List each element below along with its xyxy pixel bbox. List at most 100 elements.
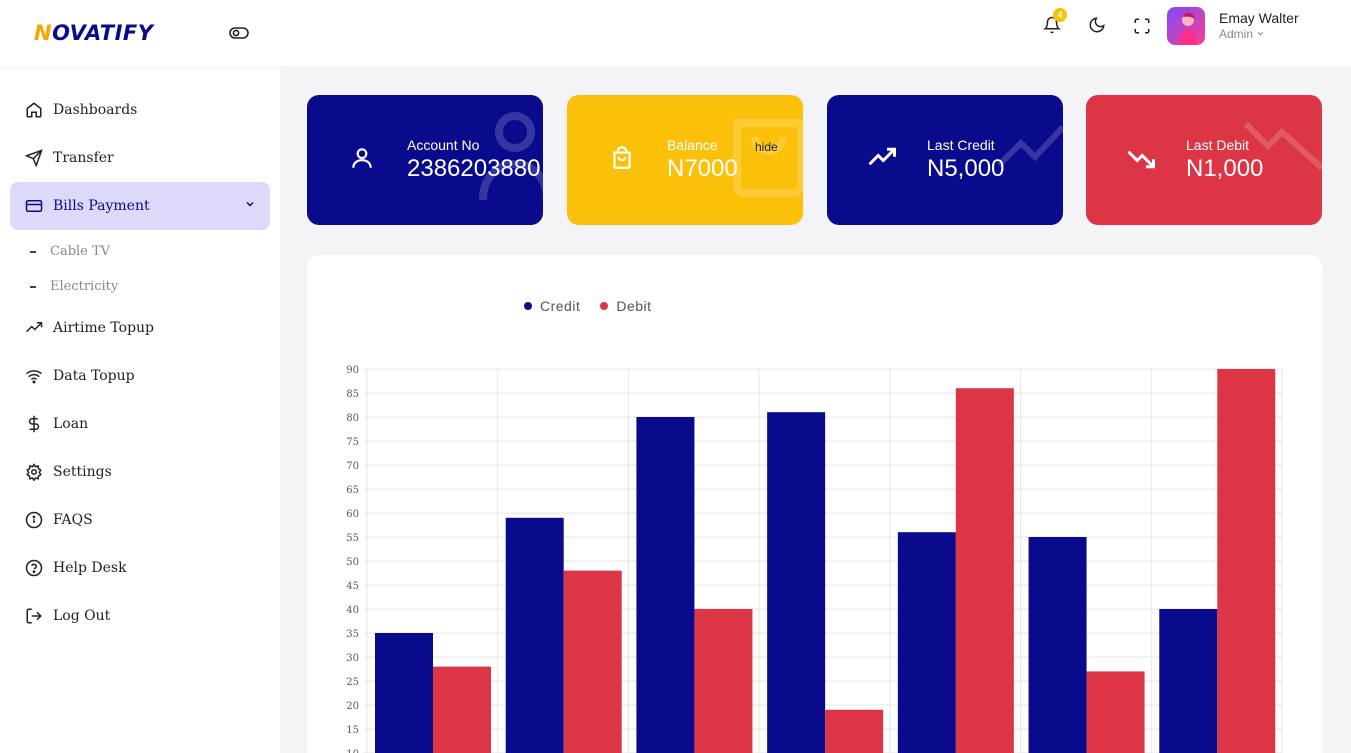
y-tick-label: 10 bbox=[346, 749, 359, 753]
account-number-value: 2386203880 bbox=[407, 155, 541, 182]
card-label: Account No bbox=[407, 137, 480, 153]
submenu-item-electricity[interactable]: Electricity bbox=[0, 269, 280, 304]
sidebar-item-label: Bills Payment bbox=[53, 198, 150, 214]
card-label: Last Credit bbox=[927, 137, 995, 153]
bar-debit-1[interactable] bbox=[433, 666, 491, 753]
bar-debit-3[interactable] bbox=[694, 609, 753, 753]
moon-icon[interactable] bbox=[1086, 14, 1108, 36]
submenu-item-label: Cable TV bbox=[50, 244, 111, 259]
bar-debit-6[interactable] bbox=[1086, 671, 1145, 753]
y-tick-label: 60 bbox=[346, 509, 359, 520]
last-debit-card: Last Debit N1,000 bbox=[1086, 95, 1322, 225]
sidebar-item-dashboards[interactable]: Dashboards bbox=[0, 86, 280, 134]
y-tick-label: 35 bbox=[346, 629, 359, 640]
avatar[interactable] bbox=[1167, 7, 1205, 45]
sidebar-menu: Dashboards Transfer Bills Payment Cable … bbox=[0, 86, 280, 640]
bar-debit-2[interactable] bbox=[563, 570, 622, 753]
card-label: Balance bbox=[667, 137, 718, 153]
shopping-bag-icon bbox=[607, 143, 637, 173]
help-icon bbox=[24, 558, 44, 578]
sidebar-item-transfer[interactable]: Transfer bbox=[0, 134, 280, 182]
y-tick-label: 65 bbox=[346, 485, 359, 496]
submenu-item-cable-tv[interactable]: Cable TV bbox=[0, 234, 280, 269]
bar-debit-4[interactable] bbox=[825, 709, 884, 753]
sidebar-item-loan[interactable]: Loan bbox=[0, 400, 280, 448]
dash-marker bbox=[30, 250, 36, 253]
dollar-icon bbox=[24, 414, 44, 434]
sidebar-item-label: Dashboards bbox=[53, 102, 138, 118]
gear-icon bbox=[24, 462, 44, 482]
logo-bar: NOVATIFY bbox=[0, 0, 280, 66]
trend-up-icon bbox=[24, 318, 44, 338]
sidebar-item-label: Airtime Topup bbox=[53, 320, 155, 336]
sidebar-item-label: Help Desk bbox=[53, 560, 127, 576]
info-icon bbox=[24, 510, 44, 530]
last-credit-value: N5,000 bbox=[927, 155, 1005, 182]
bar-credit-4[interactable] bbox=[767, 412, 826, 753]
bar-chart: 90 85 80 75 70 65 60 55 50 45 40 35 30 25 20 15 10 bbox=[346, 365, 1283, 753]
chevron-down-icon bbox=[1256, 27, 1265, 41]
chevron-down-icon[interactable] bbox=[244, 198, 256, 214]
notification-badge: 4 bbox=[1053, 8, 1067, 22]
y-tick-label: 90 bbox=[346, 365, 359, 376]
user-role-dropdown[interactable]: Admin bbox=[1219, 27, 1265, 41]
y-tick-label: 30 bbox=[346, 653, 359, 664]
y-tick-label: 20 bbox=[346, 701, 359, 712]
user-name[interactable]: Emay Walter bbox=[1219, 10, 1299, 26]
last-debit-value: N1,000 bbox=[1186, 155, 1264, 182]
credit-card-icon bbox=[24, 196, 44, 216]
y-tick-label: 40 bbox=[346, 605, 359, 616]
brand-logo[interactable]: NOVATIFY bbox=[34, 21, 153, 45]
sidebar-item-log-out[interactable]: Log Out bbox=[0, 592, 280, 640]
y-tick-label: 25 bbox=[346, 677, 359, 688]
wifi-icon bbox=[24, 366, 44, 386]
bar-credit-7[interactable] bbox=[1159, 609, 1218, 753]
y-tick-label: 70 bbox=[346, 461, 359, 472]
sidebar-item-label: FAQS bbox=[53, 512, 93, 528]
bar-credit-6[interactable] bbox=[1028, 537, 1087, 753]
trend-up-decor-icon bbox=[997, 124, 1063, 168]
trend-up-icon bbox=[867, 143, 897, 173]
y-tick-label: 80 bbox=[346, 413, 359, 424]
hide-balance-button[interactable]: hide bbox=[755, 140, 778, 154]
y-tick-label: 75 bbox=[346, 437, 359, 448]
sidebar-item-faqs[interactable]: FAQS bbox=[0, 496, 280, 544]
y-tick-label: 15 bbox=[346, 725, 359, 736]
last-credit-card: Last Credit N5,000 bbox=[827, 95, 1063, 225]
sidebar-item-label: Transfer bbox=[53, 150, 114, 166]
credit-debit-chart-panel: Credit Debit 90 85 80 75 70 65 60 55 50 45 40 35 30 2… bbox=[307, 255, 1322, 753]
sidebar-item-label: Settings bbox=[53, 464, 112, 480]
sidebar-item-label: Data Topup bbox=[53, 368, 135, 384]
trend-down-icon bbox=[1126, 143, 1156, 173]
sidebar-item-bills-payment[interactable]: Bills Payment bbox=[10, 182, 270, 230]
user-icon bbox=[347, 143, 377, 173]
sidebar-item-settings[interactable]: Settings bbox=[0, 448, 280, 496]
bar-credit-5[interactable] bbox=[897, 532, 956, 753]
account-number-card: Account No 2386203880 bbox=[307, 95, 543, 225]
sidebar-item-help-desk[interactable]: Help Desk bbox=[0, 544, 280, 592]
user-role: Admin bbox=[1219, 27, 1254, 41]
submenu-item-label: Electricity bbox=[50, 279, 119, 294]
sidebar: NOVATIFY Dashboards Transfer Bills Payme… bbox=[0, 0, 280, 753]
y-tick-label: 50 bbox=[346, 557, 359, 568]
y-tick-label: 45 bbox=[346, 581, 359, 592]
y-tick-label: 85 bbox=[346, 389, 359, 400]
sidebar-item-data-topup[interactable]: Data Topup bbox=[0, 352, 280, 400]
bar-credit-2[interactable] bbox=[505, 517, 564, 753]
bar-credit-1[interactable] bbox=[375, 633, 433, 753]
sidebar-toggle-icon[interactable] bbox=[228, 22, 250, 44]
dash-marker bbox=[30, 285, 36, 288]
y-tick-label: 55 bbox=[346, 533, 359, 544]
sidebar-item-label: Log Out bbox=[53, 608, 111, 624]
bar-debit-7[interactable] bbox=[1217, 369, 1276, 753]
bar-debit-5[interactable] bbox=[955, 388, 1014, 753]
home-icon bbox=[24, 100, 44, 120]
sidebar-item-airtime-topup[interactable]: Airtime Topup bbox=[0, 304, 280, 352]
balance-card: Balance N7000 hide bbox=[567, 95, 803, 225]
fullscreen-icon[interactable] bbox=[1131, 15, 1153, 37]
logout-icon bbox=[24, 606, 44, 626]
balance-value: N7000 bbox=[667, 155, 738, 182]
bar-credit-3[interactable] bbox=[636, 417, 695, 753]
send-icon bbox=[24, 148, 44, 168]
sidebar-item-label: Loan bbox=[53, 416, 89, 432]
